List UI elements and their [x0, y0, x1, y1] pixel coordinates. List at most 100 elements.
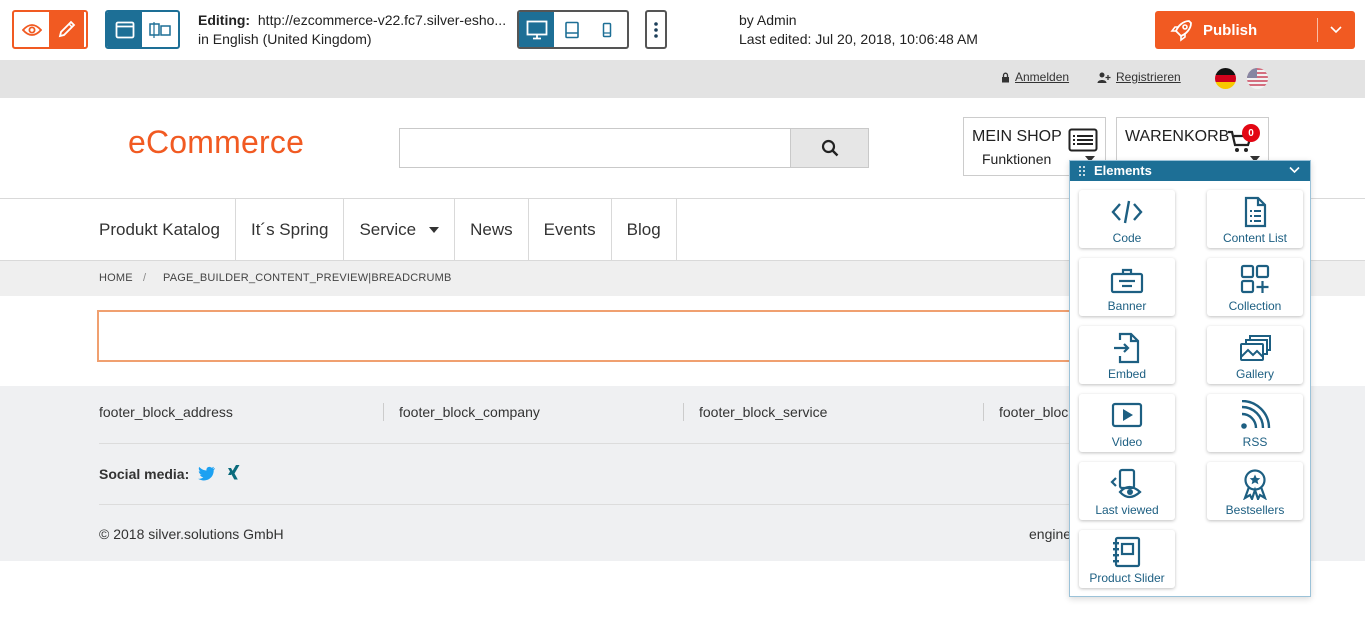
edit-mode-button[interactable]: [49, 12, 84, 47]
nav-label: News: [470, 219, 513, 239]
add-user-icon: [1097, 72, 1111, 83]
breadcrumb-separator: /: [143, 272, 147, 284]
collapse-chevron-icon[interactable]: [1289, 166, 1300, 174]
nav-label: Produkt Katalog: [99, 219, 220, 239]
structure-view-button[interactable]: [142, 12, 177, 47]
nav-label: It´s Spring: [250, 219, 329, 239]
login-label: Anmelden: [1015, 70, 1070, 84]
content-drop-zone[interactable]: [97, 310, 1097, 362]
element-label: Video: [1111, 435, 1143, 449]
last-viewed-icon: [1110, 468, 1142, 499]
element-collection[interactable]: Collection: [1207, 258, 1303, 316]
award-icon: [1243, 469, 1267, 500]
mobile-preview-button[interactable]: [589, 12, 624, 47]
kebab-menu-icon: [654, 21, 658, 38]
more-options-button[interactable]: [645, 10, 667, 49]
nav-item-service[interactable]: Service: [344, 199, 456, 260]
twitter-icon[interactable]: [198, 466, 216, 481]
pencil-icon: [58, 20, 75, 37]
element-bestsellers[interactable]: Bestsellers: [1207, 462, 1303, 520]
preview-mode-button[interactable]: [14, 12, 49, 47]
element-label: Content List: [1222, 231, 1288, 245]
german-flag-icon[interactable]: [1215, 68, 1236, 89]
device-toggle-group: [517, 10, 629, 49]
element-embed[interactable]: Embed: [1079, 326, 1175, 384]
nav-item-blog[interactable]: Blog: [612, 199, 677, 260]
last-edited-text: Last edited: Jul 20, 2018, 10:06:48 AM: [739, 31, 978, 47]
engine-text: engine: [1029, 526, 1072, 542]
xing-icon[interactable]: [227, 465, 241, 482]
element-label: Code: [1112, 231, 1142, 245]
element-rss[interactable]: RSS: [1207, 394, 1303, 452]
editing-info: Editing: http://ezcommerce-v22.fc7.silve…: [198, 11, 506, 49]
desktop-icon: [526, 20, 547, 39]
footer-col-4: footer_block: [999, 404, 1076, 420]
footer-divider: [683, 403, 684, 421]
element-last-viewed[interactable]: Last viewed: [1079, 462, 1175, 520]
window-icon: [115, 21, 134, 38]
element-label: RSS: [1242, 435, 1268, 449]
element-label: Last viewed: [1095, 503, 1159, 517]
collection-icon: [1240, 264, 1270, 294]
footer-divider: [983, 403, 984, 421]
nav-item-its-spring[interactable]: It´s Spring: [236, 199, 345, 260]
editing-language: in English (United Kingdom): [198, 31, 372, 47]
video-play-icon: [1111, 402, 1143, 428]
nav-label: Events: [543, 219, 596, 239]
footer-col-address: footer_block_address: [99, 404, 233, 420]
element-video[interactable]: Video: [1079, 394, 1175, 452]
search-input[interactable]: [399, 128, 791, 168]
elements-panel-header[interactable]: Elements: [1070, 161, 1310, 181]
my-shop-title: MEIN SHOP: [972, 128, 1062, 145]
footer-divider: [383, 403, 384, 421]
mode-toggle-group: [12, 10, 88, 49]
copyright-text: © 2018 silver.solutions GmbH: [99, 526, 284, 542]
rocket-icon: [1170, 20, 1192, 42]
page-view-button[interactable]: [107, 12, 142, 47]
editing-url: http://ezcommerce-v22.fc7.silver-esho...: [257, 12, 507, 28]
list-icon: [1068, 128, 1098, 152]
cart-title: WARENKORB: [1125, 128, 1230, 145]
us-flag-icon[interactable]: [1247, 68, 1268, 89]
element-banner[interactable]: Banner: [1079, 258, 1175, 316]
chevron-down-icon[interactable]: [1329, 22, 1343, 36]
element-product-slider[interactable]: Product Slider: [1079, 530, 1175, 588]
register-label: Registrieren: [1116, 70, 1181, 84]
breadcrumb-current: PAGE_BUILDER_CONTENT_PREVIEW|BREADCRUMB: [163, 272, 452, 284]
publish-label: Publish: [1203, 21, 1258, 39]
drag-handle-icon[interactable]: [1079, 166, 1085, 176]
elements-panel-title: Elements: [1094, 163, 1152, 178]
document-list-icon: [1244, 196, 1267, 228]
social-media-label: Social media:: [99, 466, 190, 482]
cart-count-badge: 0: [1242, 124, 1260, 142]
author-text: by Admin: [739, 12, 797, 28]
element-content-list[interactable]: Content List: [1207, 190, 1303, 248]
element-gallery[interactable]: Gallery: [1207, 326, 1303, 384]
nav-item-news[interactable]: News: [455, 199, 529, 260]
register-link[interactable]: Registrieren: [1097, 70, 1181, 84]
element-code[interactable]: Code: [1079, 190, 1175, 248]
publish-button[interactable]: Publish: [1155, 11, 1355, 49]
main-nav: Produkt Katalog It´s Spring Service News…: [99, 199, 677, 260]
mobile-icon: [602, 22, 611, 37]
site-logo[interactable]: eCommerce: [128, 124, 304, 161]
nav-label: Blog: [626, 219, 661, 239]
nav-item-produkt-katalog[interactable]: Produkt Katalog: [99, 199, 236, 260]
code-icon: [1111, 200, 1143, 224]
eye-icon: [21, 23, 42, 36]
desktop-preview-button[interactable]: [519, 12, 554, 47]
rss-icon: [1241, 400, 1271, 429]
footer-col-service: footer_block_service: [699, 404, 828, 420]
element-label: Bestsellers: [1225, 503, 1285, 517]
lock-icon: [1002, 72, 1009, 82]
nav-item-events[interactable]: Events: [529, 199, 612, 260]
element-label: Banner: [1107, 299, 1147, 313]
tablet-preview-button[interactable]: [554, 12, 589, 47]
caret-down-icon: [429, 226, 440, 233]
breadcrumb-home[interactable]: HOME: [99, 272, 133, 284]
login-link[interactable]: Anmelden: [1001, 70, 1069, 84]
layout-icon: [148, 21, 171, 38]
element-label: Embed: [1107, 367, 1147, 381]
search-button[interactable]: [790, 128, 869, 168]
editor-toolbar: Editing: http://ezcommerce-v22.fc7.silve…: [0, 0, 1365, 60]
